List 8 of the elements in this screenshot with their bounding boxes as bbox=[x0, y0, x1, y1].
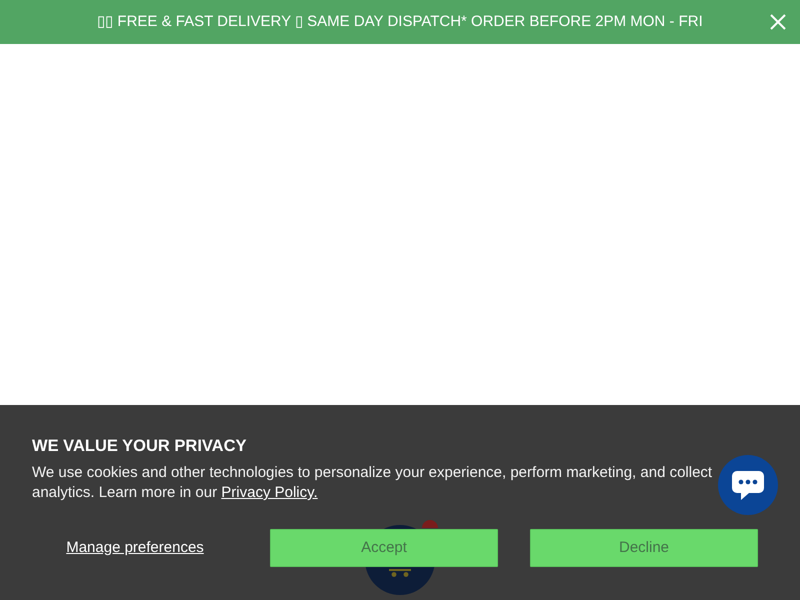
close-button[interactable] bbox=[768, 12, 788, 32]
cart-icon bbox=[388, 569, 412, 577]
manage-preferences-link[interactable]: Manage preferences bbox=[66, 536, 204, 560]
chat-icon bbox=[731, 469, 765, 501]
announcement-text: ▯▯ FREE & FAST DELIVERY ▯ SAME DAY DISPATCH* ORDER BEFORE 2PM MON - FRI bbox=[97, 12, 703, 32]
close-icon bbox=[770, 14, 786, 30]
privacy-policy-link[interactable]: Privacy Policy. bbox=[221, 484, 318, 501]
banner-title: WE VALUE YOUR PRIVACY bbox=[32, 436, 248, 457]
